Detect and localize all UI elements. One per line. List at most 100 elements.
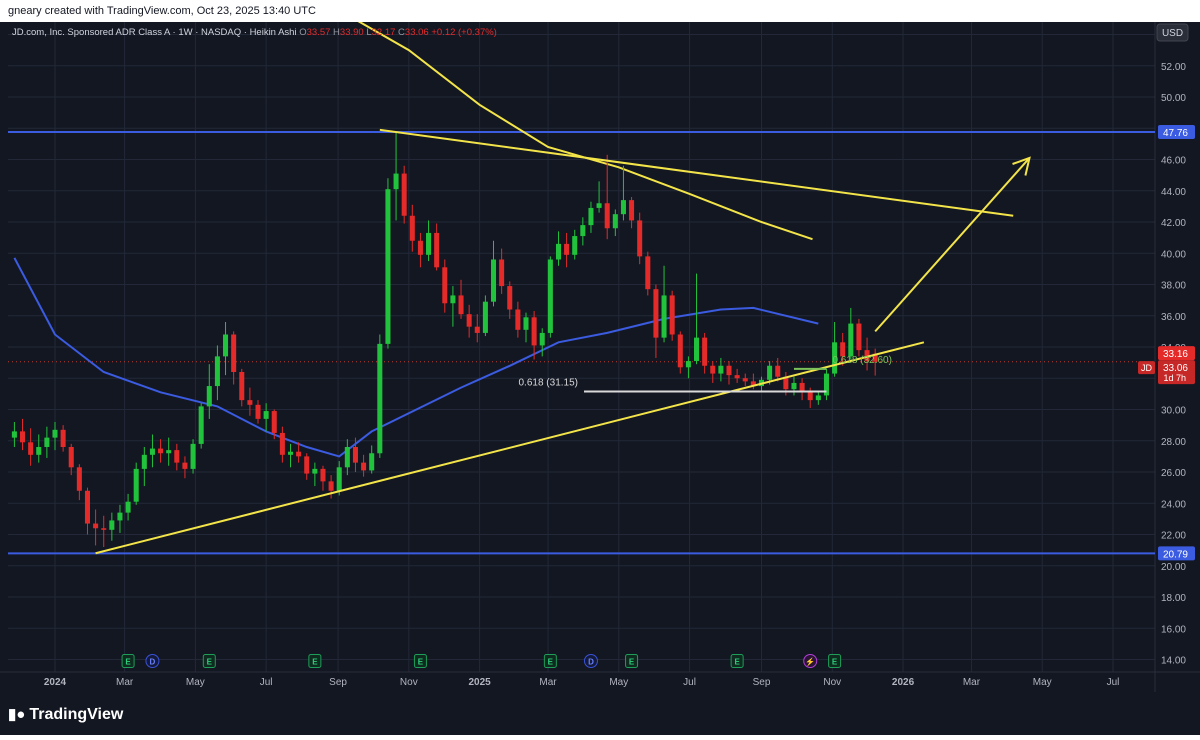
candle-body	[661, 295, 667, 338]
footer-bar	[0, 692, 1200, 735]
candle-body	[141, 454, 147, 469]
price-axis-label: 20.00	[1161, 562, 1186, 573]
candle-body	[263, 411, 269, 419]
candle-body	[490, 259, 497, 302]
event-marker[interactable]: E	[308, 654, 322, 668]
candle-body	[645, 256, 651, 290]
tradingview-logo[interactable]: ▮● TradingView	[8, 705, 123, 724]
candle-body	[694, 337, 700, 362]
event-marker[interactable]: E	[121, 654, 135, 668]
candle-body	[231, 334, 237, 372]
current-price-tag-label: 33.16	[1163, 349, 1188, 360]
candle-body	[775, 365, 781, 377]
brand-label: TradingView	[29, 706, 124, 723]
candle-body	[426, 232, 432, 255]
price-axis-label: 40.00	[1161, 249, 1186, 260]
price-axis-label: 22.00	[1161, 531, 1186, 542]
event-marker[interactable]: ⚡	[803, 654, 818, 668]
price-axis-label: 14.00	[1161, 656, 1186, 667]
price-axis-label: 28.00	[1161, 437, 1186, 448]
currency-label: USD	[1162, 28, 1183, 39]
candle-body	[466, 314, 472, 327]
candle-body	[564, 243, 570, 255]
event-marker[interactable]: D	[583, 654, 598, 668]
candle-body	[198, 406, 204, 444]
time-axis-label: Jul	[260, 677, 273, 688]
price-axis-label: 18.00	[1161, 593, 1186, 604]
candle-body	[555, 243, 561, 260]
candle-body	[174, 450, 180, 463]
candle-body	[158, 448, 164, 454]
event-marker[interactable]: E	[828, 654, 842, 668]
candle-body	[336, 467, 342, 491]
time-axis-label: Mar	[963, 677, 981, 688]
candle-body	[515, 309, 521, 330]
event-label: E	[832, 658, 838, 667]
candle-body	[223, 334, 229, 357]
event-marker[interactable]: E	[413, 654, 427, 668]
candle-body	[247, 400, 253, 405]
candle-body	[620, 200, 626, 215]
candle-body	[101, 528, 107, 530]
candle	[677, 331, 683, 374]
candle-body	[531, 317, 537, 346]
candle-body	[629, 200, 635, 221]
time-axis-label: 2025	[468, 677, 491, 688]
event-marker[interactable]: E	[625, 654, 639, 668]
level-price-tag-label: 20.79	[1163, 549, 1188, 560]
candle	[547, 256, 553, 338]
chart-background	[0, 22, 1200, 692]
price-axis-label: 44.00	[1161, 187, 1186, 198]
fib-level-label: 0.618 (31.15)	[519, 378, 579, 389]
time-axis-label: 2024	[44, 677, 67, 688]
chart-legend: JD.com, Inc. Sponsored ADR Class A · 1W …	[12, 27, 497, 38]
event-marker[interactable]: E	[202, 654, 216, 668]
candle-body	[214, 356, 220, 387]
event-label: E	[312, 658, 318, 667]
candle	[645, 251, 651, 296]
candle	[823, 368, 829, 401]
legend-part: 33.90	[340, 27, 366, 38]
candle-body	[401, 173, 407, 216]
chart-container[interactable]: 0.618 (31.15) 0.618 (32.60) 14.00 16.00 18.0…	[0, 0, 1200, 735]
time-axis-label: Nov	[400, 677, 418, 688]
candle-body	[807, 392, 813, 401]
candle-body	[109, 520, 115, 530]
price-axis-label: 24.00	[1161, 499, 1186, 510]
time-axis-label: Nov	[823, 677, 841, 688]
candle-body	[442, 267, 448, 304]
level-price-tag-label: 47.76	[1163, 128, 1188, 139]
legend-part: 33.06	[405, 27, 431, 38]
event-marker[interactable]: E	[730, 654, 744, 668]
candle-body	[791, 382, 797, 390]
candle-body	[409, 215, 415, 241]
event-marker[interactable]: D	[145, 654, 160, 668]
candle-body	[377, 343, 383, 454]
candle-body	[637, 220, 643, 257]
candle-body	[458, 295, 464, 315]
price-axis-label: 30.00	[1161, 406, 1186, 417]
candle-body	[44, 437, 50, 447]
candle-body	[677, 334, 683, 368]
price-axis-label: 36.00	[1161, 312, 1186, 323]
candle-body	[369, 453, 375, 471]
price-chart[interactable]: 0.618 (31.15) 0.618 (32.60) 14.00 16.00 18.0…	[0, 0, 1200, 735]
candle-body	[182, 462, 188, 469]
event-label: E	[418, 658, 424, 667]
event-marker[interactable]: E	[543, 654, 557, 668]
candle-body	[710, 365, 716, 374]
legend-part: 33.57	[307, 27, 333, 38]
candle-body	[653, 289, 659, 338]
candle-body	[239, 372, 245, 401]
time-axis-label: Sep	[329, 677, 347, 688]
candle-body	[815, 395, 821, 401]
time-axis-label: May	[186, 677, 205, 688]
candle-body	[685, 361, 691, 368]
candle-body	[117, 512, 123, 521]
candle-body	[287, 451, 294, 455]
candle-body	[434, 232, 440, 268]
event-label: E	[734, 658, 740, 667]
candle-body	[60, 429, 66, 447]
candle-body	[742, 378, 748, 382]
candle-body	[702, 337, 708, 366]
